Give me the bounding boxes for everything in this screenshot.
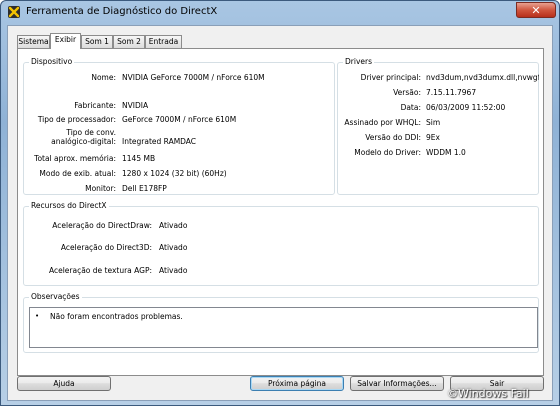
memoria-label: Total aprox. memória: (34, 154, 116, 163)
observacoes-group: Observações • Não foram encontrados prob… (23, 292, 539, 353)
next-page-button[interactable]: Próxima página (250, 376, 344, 391)
versao-ddi-label: Versão do DDI: (365, 133, 421, 142)
close-icon: ✕ (531, 3, 541, 17)
tipo-processador-label: Tipo de processador: (37, 115, 116, 124)
modo-exib-value: 1280 x 1024 (32 bit) (60Hz) (122, 169, 227, 178)
tipo-conv-value: Integrated RAMDAC (122, 137, 197, 146)
tab-entrada[interactable]: Entrada (145, 35, 182, 48)
driver-principal-value: nvd3dum,nvd3dumx.dll,nvwgf2 (426, 73, 539, 82)
close-button[interactable]: ✕ (516, 2, 556, 18)
dispositivo-title: Dispositivo (29, 57, 75, 66)
dxdiag-window: Ferramenta de Diagnóstico do DirectX ✕ S… (0, 0, 560, 406)
tipo-processador-value: GeForce 7000M / nForce 610M (122, 115, 237, 124)
watermark: ©Windows Fail (447, 387, 529, 400)
dispositivo-group: Dispositivo Nome: NVIDIA GeForce 7000M /… (23, 57, 335, 195)
monitor-value: Dell E178FP (122, 184, 167, 193)
tipo-conv-label-line2: analógico-digital: (51, 137, 116, 146)
observacao-item: Não foram encontrados problemas. (50, 312, 183, 321)
tab-sistema[interactable]: Sistema (17, 35, 50, 48)
whql-label: Assinado por WHQL: (344, 118, 421, 127)
direct3d-label: Aceleração do Direct3D: (60, 243, 152, 252)
exibir-panel: Dispositivo Nome: NVIDIA GeForce 7000M /… (17, 48, 544, 376)
textura-agp-label: Aceleração de textura AGP: (48, 266, 152, 275)
help-button[interactable]: Ajuda (17, 376, 111, 391)
tab-som-1[interactable]: Som 1 (81, 35, 113, 48)
fabricante-label: Fabricante: (74, 101, 116, 110)
driver-principal-label: Driver principal: (360, 73, 421, 82)
versao-ddi-value: 9Ex (426, 133, 440, 142)
versao-label: Versão: (393, 88, 421, 97)
bullet-icon: • (35, 312, 40, 320)
modelo-driver-label: Modelo do Driver: (354, 148, 421, 157)
client-area: Sistema Exibir Som 1 Som 2 Entrada Dispo… (7, 25, 553, 401)
nome-value: NVIDIA GeForce 7000M / nForce 610M (122, 73, 265, 82)
directdraw-value: Ativado (159, 221, 188, 230)
title-bar[interactable]: Ferramenta de Diagnóstico do DirectX ✕ (1, 1, 559, 24)
textura-agp-value: Ativado (159, 266, 188, 275)
window-title: Ferramenta de Diagnóstico do DirectX (26, 6, 218, 17)
monitor-label: Monitor: (85, 184, 116, 193)
tab-som-2[interactable]: Som 2 (113, 35, 145, 48)
versao-value: 7.15.11.7967 (426, 88, 477, 97)
save-info-button[interactable]: Salvar Informações... (350, 376, 444, 391)
recursos-title: Recursos do DirectX (29, 201, 109, 210)
tab-exibir[interactable]: Exibir (50, 33, 81, 49)
data-value: 06/03/2009 11:52:00 (426, 103, 506, 112)
recursos-group: Recursos do DirectX Aceleração do Direct… (23, 201, 539, 286)
data-label: Data: (400, 103, 421, 112)
directx-icon (8, 6, 20, 18)
direct3d-value: Ativado (159, 243, 188, 252)
memoria-value: 1145 MB (122, 154, 156, 163)
drivers-group: Drivers Driver principal: nvd3dum,nvd3du… (337, 57, 539, 195)
directdraw-label: Aceleração do DirectDraw: (52, 221, 152, 230)
nome-label: Nome: (91, 73, 116, 82)
tipo-conv-label-line1: Tipo de conv. (66, 128, 116, 137)
observacoes-title: Observações (29, 292, 82, 301)
modelo-driver-value: WDDM 1.0 (426, 148, 466, 157)
fabricante-value: NVIDIA (122, 101, 149, 110)
modo-exib-label: Modo de exib. atual: (39, 169, 116, 178)
whql-value: Sim (426, 118, 441, 127)
drivers-title: Drivers (343, 57, 374, 66)
observacoes-textbox[interactable]: • Não foram encontrados problemas. (29, 307, 538, 348)
